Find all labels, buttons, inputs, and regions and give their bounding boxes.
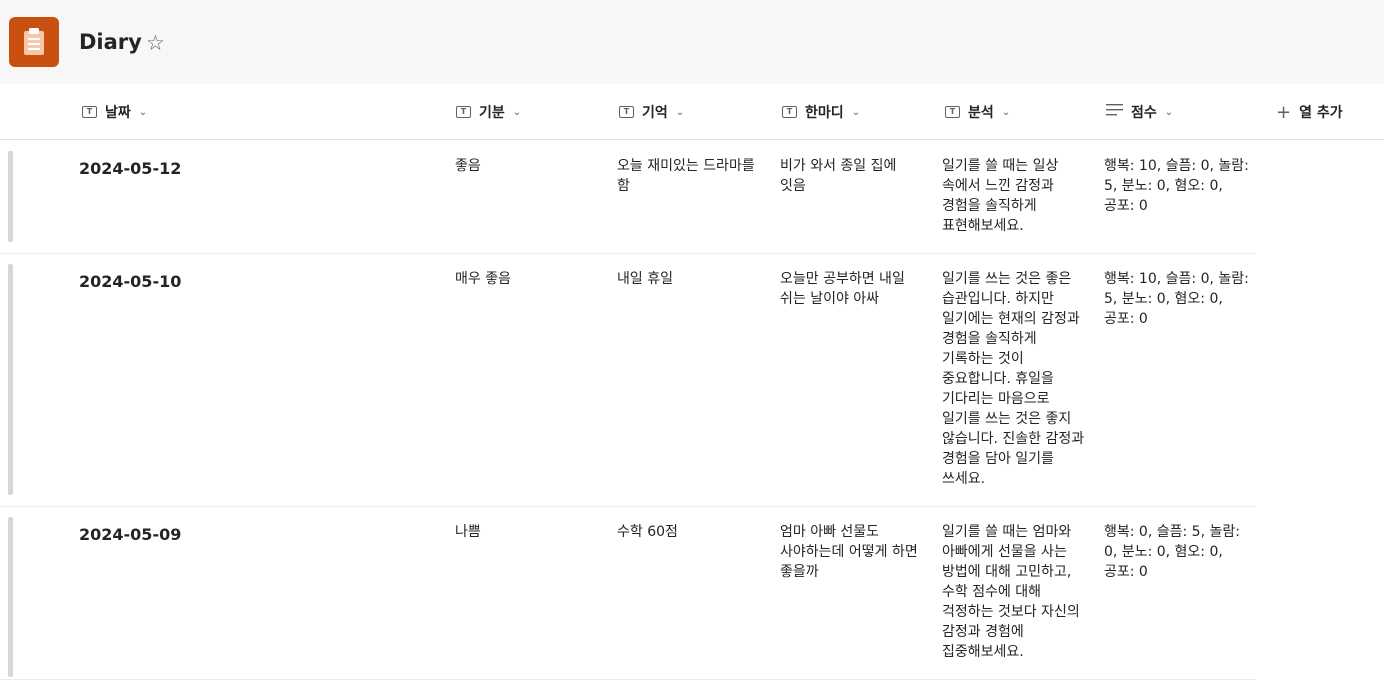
cell-mood[interactable]: 좋음 <box>455 156 600 176</box>
cell-comment[interactable]: 비가 와서 종일 집에 잇음 <box>780 156 925 196</box>
chevron-down-icon: ⌄ <box>1164 106 1174 118</box>
multiline-text-icon <box>1106 104 1123 120</box>
table-row[interactable]: 2024-05-12 좋음 오늘 재미있는 드라마를 함 비가 와서 종일 집에… <box>0 141 1256 254</box>
column-header-score[interactable]: 점수 ⌄ <box>1106 84 1173 140</box>
chevron-down-icon: ⌄ <box>851 106 861 118</box>
cell-mood[interactable]: 나쁨 <box>455 522 600 542</box>
star-icon[interactable]: ☆ <box>146 31 165 55</box>
column-label: 날짜 <box>105 105 131 121</box>
chevron-down-icon: ⌄ <box>512 106 522 118</box>
column-header-memory[interactable]: T 기억 ⌄ <box>619 84 684 140</box>
app-header: Diary ☆ <box>0 0 1384 84</box>
table-row[interactable]: 2024-05-10 매우 좋음 내일 휴일 오늘만 공부하면 내일 쉬는 날이… <box>0 254 1256 507</box>
page-title: Diary <box>79 30 142 54</box>
row-selector[interactable] <box>8 264 13 495</box>
plus-icon: + <box>1276 101 1292 123</box>
cell-date[interactable]: 2024-05-12 <box>79 158 279 180</box>
cell-memory[interactable]: 내일 휴일 <box>617 269 762 289</box>
cell-analysis[interactable]: 일기를 쓰는 것은 좋은 습관입니다. 하지만 일기에는 현재의 감정과 경험을… <box>942 269 1087 489</box>
cell-analysis[interactable]: 일기를 쓸 때는 엄마와 아빠에게 선물을 사는 방법에 대해 고민하고, 수학… <box>942 522 1087 662</box>
cell-date[interactable]: 2024-05-09 <box>79 524 279 546</box>
cell-analysis[interactable]: 일기를 쓸 때는 일상 속에서 느낀 감정과 경험을 솔직하게 표현해보세요. <box>942 156 1087 236</box>
row-selector[interactable] <box>8 517 13 677</box>
column-label: 한마디 <box>805 105 844 121</box>
cell-score[interactable]: 행복: 10, 슬픔: 0, 놀람: 5, 분노: 0, 혐오: 0, 공포: … <box>1104 156 1249 216</box>
column-header-comment[interactable]: T 한마디 ⌄ <box>782 84 860 140</box>
clipboard-icon[interactable] <box>9 17 59 67</box>
column-header-date[interactable]: T 날짜 ⌄ <box>82 84 147 140</box>
chevron-down-icon: ⌄ <box>138 106 148 118</box>
row-selector[interactable] <box>8 151 13 242</box>
column-header-analysis[interactable]: T 분석 ⌄ <box>945 84 1010 140</box>
cell-mood[interactable]: 매우 좋음 <box>455 269 600 289</box>
column-label: 기분 <box>479 105 505 121</box>
cell-memory[interactable]: 오늘 재미있는 드라마를 함 <box>617 156 762 196</box>
table-row[interactable]: 2024-05-09 나쁨 수학 60점 엄마 아빠 선물도 사야하는데 어떻게… <box>0 507 1256 680</box>
column-header-mood[interactable]: T 기분 ⌄ <box>456 84 521 140</box>
chevron-down-icon: ⌄ <box>675 106 685 118</box>
add-column-button[interactable]: + 열 추가 <box>1276 84 1343 140</box>
cell-comment[interactable]: 엄마 아빠 선물도 사야하는데 어떻게 하면 좋을까 <box>780 522 925 582</box>
column-header-row: T 날짜 ⌄ T 기분 ⌄ T 기억 ⌄ T 한마디 ⌄ T 분석 ⌄ 점수 ⌄… <box>0 84 1384 140</box>
text-icon: T <box>782 106 797 118</box>
column-label: 기억 <box>642 105 668 121</box>
cell-score[interactable]: 행복: 10, 슬픔: 0, 놀람: 5, 분노: 0, 혐오: 0, 공포: … <box>1104 269 1249 329</box>
chevron-down-icon: ⌄ <box>1001 106 1011 118</box>
column-label: 점수 <box>1131 105 1157 121</box>
cell-score[interactable]: 행복: 0, 슬픔: 5, 놀람: 0, 분노: 0, 혐오: 0, 공포: 0 <box>1104 522 1249 582</box>
column-label: 분석 <box>968 105 994 121</box>
text-icon: T <box>82 106 97 118</box>
text-icon: T <box>619 106 634 118</box>
add-column-label: 열 추가 <box>1299 105 1343 121</box>
text-icon: T <box>456 106 471 118</box>
cell-comment[interactable]: 오늘만 공부하면 내일 쉬는 날이야 아싸 <box>780 269 925 309</box>
cell-date[interactable]: 2024-05-10 <box>79 271 279 293</box>
text-icon: T <box>945 106 960 118</box>
cell-memory[interactable]: 수학 60점 <box>617 522 762 542</box>
